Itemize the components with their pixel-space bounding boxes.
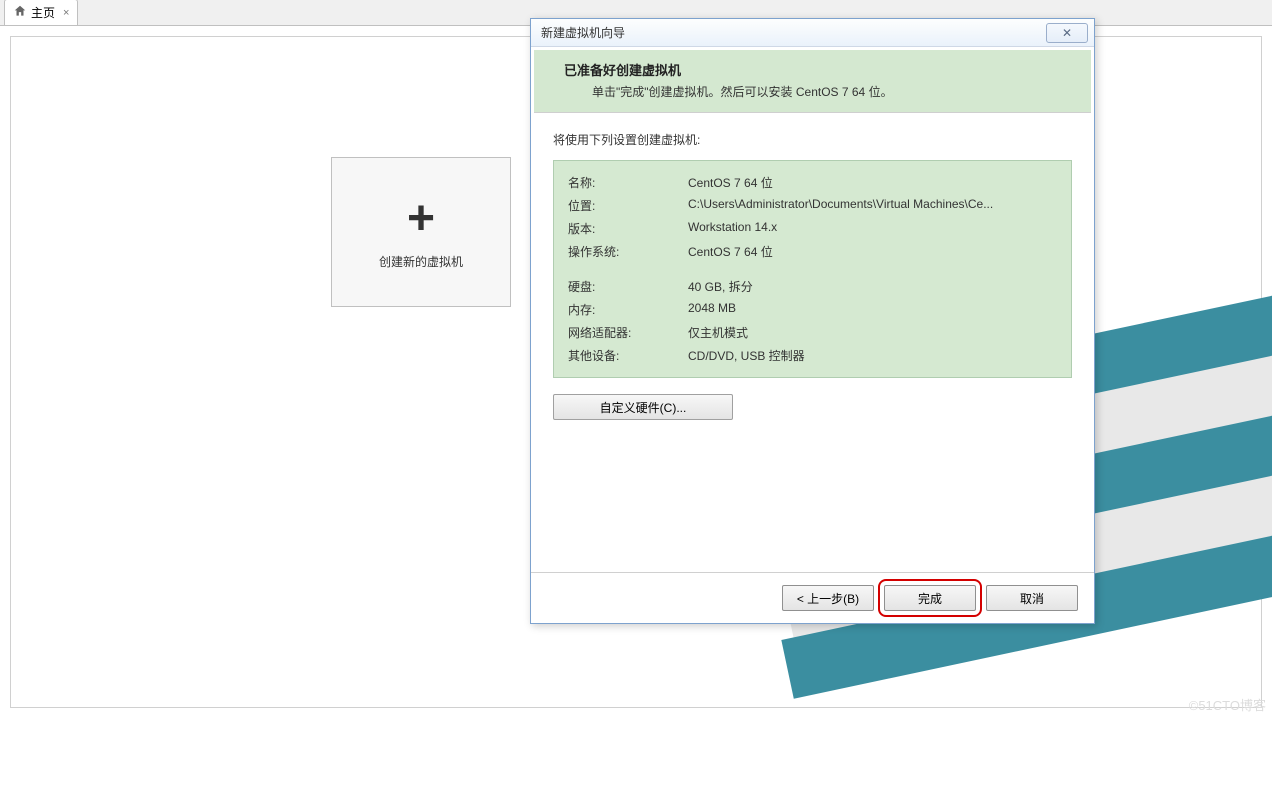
close-icon: ✕ [1062,26,1072,40]
watermark: ©51CTO博客 [1189,695,1266,714]
label-other: 其他设备: [568,347,688,364]
value-location: C:\Users\Administrator\Documents\Virtual… [688,197,1057,214]
label-os: 操作系统: [568,243,688,260]
value-os: CentOS 7 64 位 [688,243,1057,260]
dialog-header: 已准备好创建虚拟机 单击"完成"创建虚拟机。然后可以安装 CentOS 7 64… [534,50,1091,113]
new-vm-wizard-dialog: 新建虚拟机向导 ✕ 已准备好创建虚拟机 单击"完成"创建虚拟机。然后可以安装 C… [530,18,1095,624]
customize-hardware-button[interactable]: 自定义硬件(C)... [553,394,733,420]
label-location: 位置: [568,197,688,214]
intro-text: 将使用下列设置创建虚拟机: [553,131,1072,148]
row-memory: 内存: 2048 MB [568,298,1057,321]
back-button[interactable]: < 上一步(B) [782,585,874,611]
row-name: 名称: CentOS 7 64 位 [568,171,1057,194]
dialog-titlebar[interactable]: 新建虚拟机向导 ✕ [531,19,1094,47]
tab-close-icon[interactable]: × [63,7,69,19]
row-os: 操作系统: CentOS 7 64 位 [568,240,1057,263]
dialog-footer: < 上一步(B) 完成 取消 [531,572,1094,623]
dialog-header-title: 已准备好创建虚拟机 [564,60,1071,79]
dialog-body: 将使用下列设置创建虚拟机: 名称: CentOS 7 64 位 位置: C:\U… [531,113,1094,432]
value-network: 仅主机模式 [688,324,1057,341]
label-disk: 硬盘: [568,278,688,295]
row-disk: 硬盘: 40 GB, 拆分 [568,275,1057,298]
label-network: 网络适配器: [568,324,688,341]
value-memory: 2048 MB [688,301,1057,318]
home-icon [13,4,27,21]
label-memory: 内存: [568,301,688,318]
tab-home[interactable]: 主页 × [4,0,78,25]
tab-label: 主页 [31,4,55,21]
dialog-title: 新建虚拟机向导 [541,24,625,41]
value-name: CentOS 7 64 位 [688,174,1057,191]
value-disk: 40 GB, 拆分 [688,278,1057,295]
label-name: 名称: [568,174,688,191]
cancel-button[interactable]: 取消 [986,585,1078,611]
finish-button[interactable]: 完成 [884,585,976,611]
value-version: Workstation 14.x [688,220,1057,237]
row-other: 其他设备: CD/DVD, USB 控制器 [568,344,1057,367]
plus-icon: + [407,195,435,243]
value-other: CD/DVD, USB 控制器 [688,347,1057,364]
row-network: 网络适配器: 仅主机模式 [568,321,1057,344]
row-location: 位置: C:\Users\Administrator\Documents\Vir… [568,194,1057,217]
label-version: 版本: [568,220,688,237]
row-version: 版本: Workstation 14.x [568,217,1057,240]
create-vm-label: 创建新的虚拟机 [379,253,463,270]
close-button[interactable]: ✕ [1046,23,1088,43]
create-vm-card[interactable]: + 创建新的虚拟机 [331,157,511,307]
dialog-header-subtitle: 单击"完成"创建虚拟机。然后可以安装 CentOS 7 64 位。 [592,83,1071,100]
settings-summary: 名称: CentOS 7 64 位 位置: C:\Users\Administr… [553,160,1072,378]
